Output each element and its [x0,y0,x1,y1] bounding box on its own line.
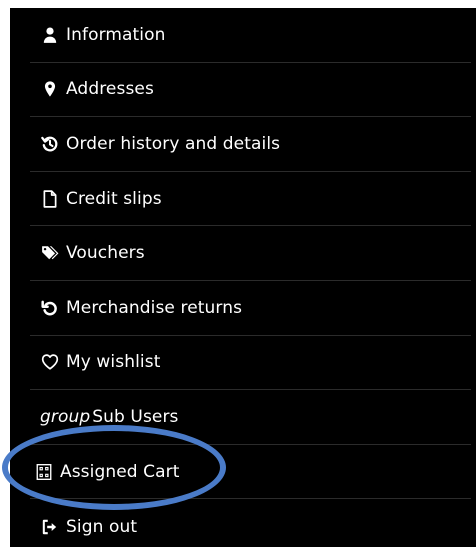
map-marker-icon [40,79,60,99]
menu-item-label: Merchandise returns [66,297,243,318]
menu-item-label: Vouchers [66,243,145,264]
menu-item-sub-users[interactable]: group Sub Users [30,390,471,445]
account-menu: Information Addresses Order history and … [30,8,471,554]
menu-item-merchandise-returns[interactable]: Merchandise returns [30,281,471,336]
menu-item-assigned-cart[interactable]: Assigned Cart [30,445,471,500]
menu-item-label: Order history and details [66,133,281,154]
history-icon [40,134,60,154]
user-icon [40,25,60,45]
sign-out-icon [40,517,60,537]
heart-outline-icon [40,352,60,372]
menu-item-wishlist[interactable]: My wishlist [30,336,471,391]
menu-item-label: Sub Users [92,406,179,427]
menu-item-order-history[interactable]: Order history and details [30,117,471,172]
menu-item-label: Sign out [66,516,138,537]
undo-icon [40,298,60,318]
menu-item-label: Addresses [66,79,154,100]
file-icon [40,189,60,209]
menu-item-sign-out[interactable]: Sign out [30,499,471,554]
menu-item-label: Assigned Cart [60,461,180,482]
menu-item-credit-slips[interactable]: Credit slips [30,172,471,227]
menu-item-label: Credit slips [66,188,162,209]
tags-icon [40,243,60,263]
menu-item-label: Information [66,24,166,45]
menu-item-vouchers[interactable]: Vouchers [30,226,471,281]
menu-item-addresses[interactable]: Addresses [30,63,471,118]
account-menu-panel: Information Addresses Order history and … [10,8,476,547]
group-icon: group [40,406,91,427]
menu-item-label: My wishlist [66,352,161,373]
menu-item-information[interactable]: Information [30,8,471,63]
barcode-icon [34,462,54,482]
